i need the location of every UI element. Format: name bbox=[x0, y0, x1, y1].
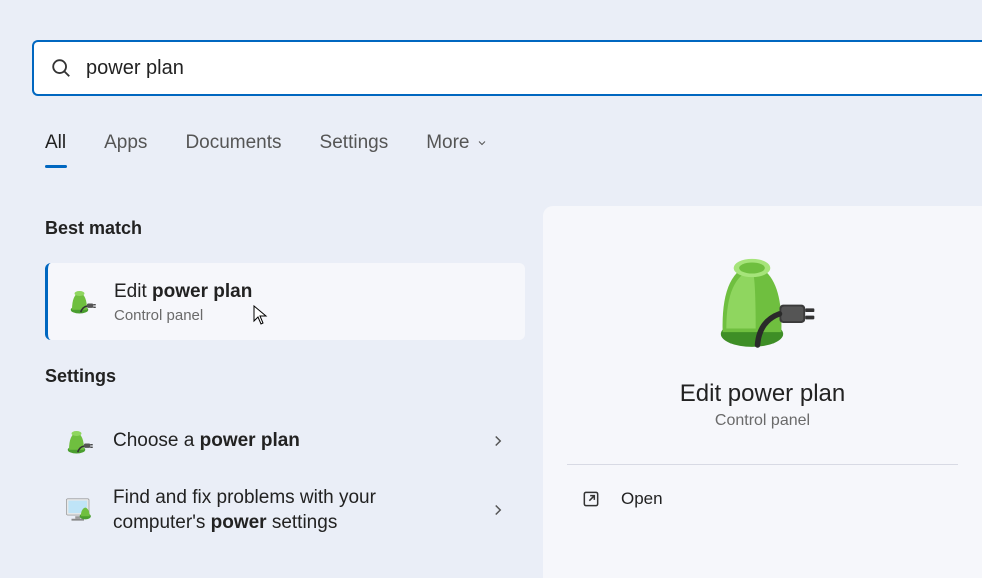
result-subtitle: Control panel bbox=[114, 307, 507, 324]
preview-open-label: Open bbox=[621, 489, 663, 509]
preview-subtitle: Control panel bbox=[543, 412, 982, 430]
settings-heading: Settings bbox=[45, 366, 525, 387]
chevron-down-icon bbox=[476, 137, 488, 149]
settings-item-choose-plan[interactable]: Choose a power plan bbox=[45, 411, 525, 471]
tab-settings[interactable]: Settings bbox=[320, 132, 389, 164]
tab-more-label: More bbox=[426, 132, 469, 154]
troubleshoot-monitor-icon bbox=[63, 494, 95, 526]
search-filter-tabs: All Apps Documents Settings More bbox=[45, 132, 488, 164]
power-plan-icon bbox=[63, 425, 95, 457]
tab-documents[interactable]: Documents bbox=[185, 132, 281, 164]
search-bar[interactable] bbox=[32, 40, 982, 96]
preview-open-action[interactable]: Open bbox=[543, 465, 982, 533]
best-match-heading: Best match bbox=[45, 218, 525, 239]
chevron-right-icon bbox=[489, 501, 507, 519]
preview-app-icon bbox=[543, 246, 982, 356]
tab-apps[interactable]: Apps bbox=[104, 132, 147, 164]
settings-item-troubleshoot-power[interactable]: Find and fix problems with your computer… bbox=[45, 471, 525, 550]
result-title: Find and fix problems with your computer… bbox=[113, 485, 471, 536]
open-external-icon bbox=[581, 489, 601, 509]
result-title: Edit power plan bbox=[114, 279, 507, 305]
tab-more[interactable]: More bbox=[426, 132, 487, 164]
preview-title: Edit power plan bbox=[543, 380, 982, 408]
search-icon bbox=[50, 57, 72, 79]
cursor-icon bbox=[253, 305, 269, 327]
tab-all[interactable]: All bbox=[45, 132, 66, 164]
result-title: Choose a power plan bbox=[113, 428, 471, 454]
power-plan-icon bbox=[66, 285, 98, 317]
results-column: Best match Edit power plan Control panel bbox=[45, 218, 525, 550]
preview-pane: Edit power plan Control panel Open bbox=[543, 206, 982, 578]
best-match-result[interactable]: Edit power plan Control panel bbox=[45, 263, 525, 340]
search-input[interactable] bbox=[86, 57, 966, 80]
chevron-right-icon bbox=[489, 432, 507, 450]
